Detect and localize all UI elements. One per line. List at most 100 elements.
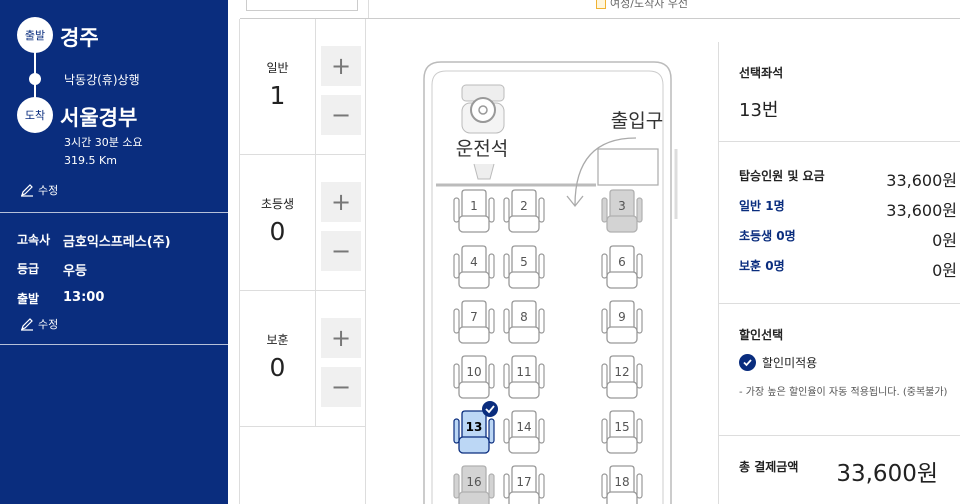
seat-1[interactable]: 1 (453, 189, 495, 233)
check-circle-icon (739, 354, 756, 371)
counter-value: 1 (269, 81, 286, 110)
departure-badge: 출발 (17, 17, 53, 53)
fare-row-veteran: 보훈 0명 0원 (739, 257, 957, 281)
seat-number: 5 (520, 255, 528, 269)
seat-18[interactable]: 18 (601, 465, 643, 504)
seat-number: 14 (516, 420, 531, 434)
entrance-label: 출입구 (611, 110, 663, 132)
legend-text: 여성/도착자 우선 (610, 0, 689, 10)
seat-12[interactable]: 12 (601, 355, 643, 399)
discount-block: 할인선택 할인미적용 - 가장 높은 할인율이 자동 적용됩니다. (중복불가) (719, 304, 960, 436)
fare-row-value: 0원 (932, 261, 957, 280)
duration: 3시간 30분 소요 (64, 136, 143, 149)
edit-route-button[interactable]: 수정 (20, 182, 58, 198)
company-key: 고속사 (17, 233, 51, 247)
fare-row-label: 일반 1명 (739, 199, 785, 213)
seat-7[interactable]: 7 (453, 300, 495, 344)
seat-number: 9 (618, 310, 626, 324)
check-circle-icon (482, 401, 498, 417)
total-value: 33,600원 (836, 461, 938, 487)
counter-value: 0 (269, 353, 286, 382)
steering-wheel-icon (461, 84, 505, 180)
seat-number: 1 (470, 199, 478, 213)
counter-label: 일반 (266, 61, 289, 75)
edit-bus-button[interactable]: 수정 (20, 316, 58, 332)
seat-3: 3 (601, 189, 643, 233)
counter-adult: 일반 1 + − (240, 19, 366, 155)
selected-seat-title: 선택좌석 (739, 66, 784, 80)
discount-option-label: 할인미적용 (762, 356, 818, 370)
seat-14[interactable]: 14 (503, 410, 545, 454)
seat-10[interactable]: 10 (453, 355, 495, 399)
selected-seat-block: 선택좌석 13번 (719, 42, 960, 142)
fare-row-label: 보훈 0명 (739, 259, 785, 273)
seat-15[interactable]: 15 (601, 410, 643, 454)
top-separator (368, 0, 369, 18)
grade-row: 등급 우등 (17, 260, 87, 279)
decrease-button[interactable]: − (321, 95, 361, 135)
seat-legend: 여성/도착자 우선 (596, 0, 688, 11)
arrival-city: 서울경부 (60, 106, 138, 130)
edit-icon (21, 184, 33, 197)
seat-2[interactable]: 2 (503, 189, 545, 233)
increase-button[interactable]: + (321, 46, 361, 86)
driver-seat-label: 운전석 (456, 138, 508, 160)
seat-4[interactable]: 4 (453, 245, 495, 289)
booking-page: 출발 경주 낙동강(휴)상행 도착 서울경부 3시간 30분 소요 319.5 … (0, 0, 960, 504)
seat-11[interactable]: 11 (503, 355, 545, 399)
bus-seat-map: 운전석 출입구 1 2 34 5 67 8 910 11 1213 14 1516 17 18 (423, 61, 678, 504)
fare-total: 33,600원 (886, 171, 957, 190)
seat-number: 6 (618, 255, 626, 269)
decrease-button[interactable]: − (321, 231, 361, 271)
seat-17[interactable]: 17 (503, 465, 545, 504)
fare-total-row: 탑승인원 및 요금 33,600원 (739, 167, 957, 191)
counter-value: 0 (269, 217, 286, 246)
sidebar-divider (0, 344, 228, 345)
fare-row-value: 0원 (932, 231, 957, 250)
fare-row-label: 초등생 0명 (739, 229, 796, 243)
seat-number: 4 (470, 255, 478, 269)
seat-9[interactable]: 9 (601, 300, 643, 344)
trip-sidebar: 출발 경주 낙동강(휴)상행 도착 서울경부 3시간 30분 소요 319.5 … (0, 0, 228, 504)
seat-number: 2 (520, 199, 528, 213)
increase-button[interactable]: + (321, 182, 361, 222)
grade-value: 우등 (63, 264, 87, 279)
seat-16: 16 (453, 465, 495, 504)
seat-number: 13 (466, 420, 483, 434)
seat-5[interactable]: 5 (503, 245, 545, 289)
passenger-counters: 일반 1 + − 초등생 0 + − 보훈 0 + − (239, 19, 366, 504)
seat-grid: 1 2 34 5 67 8 910 11 1213 14 1516 17 18 (453, 189, 643, 504)
seat-13[interactable]: 13 (453, 401, 498, 454)
seat-number: 7 (470, 310, 478, 324)
seat-number: 18 (614, 475, 629, 489)
top-select-box[interactable] (246, 0, 358, 11)
counter-child: 초등생 0 + − (240, 155, 366, 291)
fare-title: 탑승인원 및 요금 (739, 169, 825, 183)
seat-number: 15 (614, 420, 629, 434)
seat-6[interactable]: 6 (601, 245, 643, 289)
summary-panel: 선택좌석 13번 탑승인원 및 요금 33,600원 일반 1명 33,600원… (718, 42, 960, 504)
fare-block: 탑승인원 및 요금 33,600원 일반 1명 33,600원 초등생 0명 0… (719, 142, 960, 304)
discount-option[interactable]: 할인미적용 (739, 354, 817, 371)
decrease-button[interactable]: − (321, 367, 361, 407)
grade-key: 등급 (17, 262, 40, 276)
arrival-badge: 도착 (17, 97, 53, 133)
fare-row-value: 33,600원 (886, 201, 957, 220)
fare-row-adult: 일반 1명 33,600원 (739, 197, 957, 221)
increase-button[interactable]: + (321, 318, 361, 358)
seat-number: 17 (516, 475, 531, 489)
edit-bus-label: 수정 (38, 318, 59, 331)
seat-number: 10 (466, 365, 481, 379)
counter-veteran: 보훈 0 + − (240, 291, 366, 427)
depart-time-row: 출발 13:00 (17, 290, 104, 307)
depart-value: 13:00 (63, 290, 105, 305)
counter-label: 초등생 (260, 197, 295, 211)
total-label: 총 결제금액 (739, 460, 799, 474)
via-stop-dot (29, 73, 41, 85)
edit-icon (21, 318, 33, 331)
edit-route-label: 수정 (38, 184, 59, 197)
seat-8[interactable]: 8 (503, 300, 545, 344)
company-row: 고속사 금호익스프레스(주) (17, 231, 171, 250)
company-value: 금호익스프레스(주) (63, 235, 171, 250)
seat-number: 3 (618, 199, 626, 213)
